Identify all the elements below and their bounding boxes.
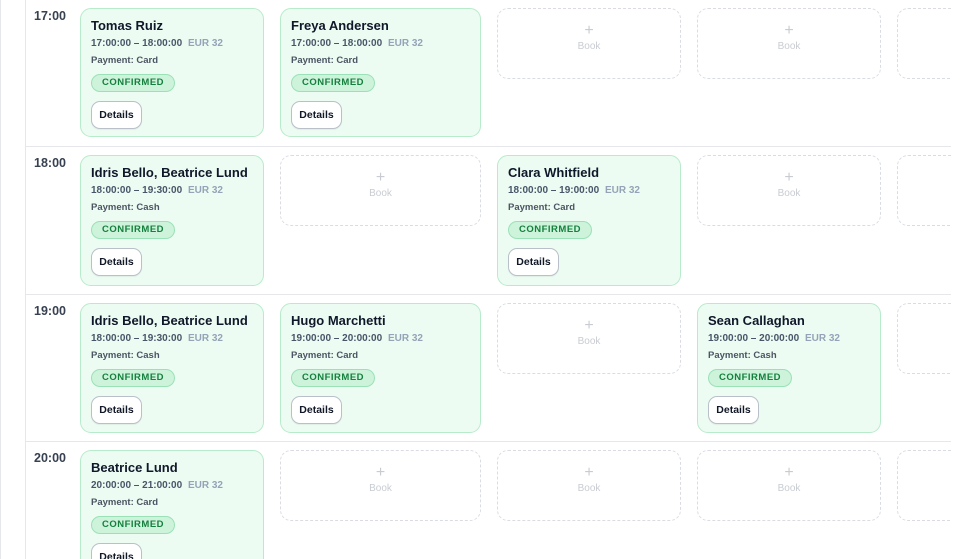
book-label: Book xyxy=(777,483,801,494)
book-label: Book xyxy=(369,188,392,199)
plus-icon: + xyxy=(375,169,386,186)
booking-time: 20:00:00 – 21:00:00 xyxy=(91,480,183,491)
payment-method: Payment: Card xyxy=(291,350,359,361)
booking-price: EUR 32 xyxy=(387,38,423,49)
booking-time: 18:00:00 – 19:30:00 xyxy=(91,185,183,196)
booking-name: Freya Andersen xyxy=(291,18,389,33)
payment-method: Payment: Card xyxy=(508,202,576,213)
booking-card[interactable]: Sean Callaghan 19:00:00 – 20:00:00 EUR 3… xyxy=(697,303,881,433)
payment-method: Payment: Cash xyxy=(91,202,160,213)
book-label: Book xyxy=(777,41,801,52)
booking-name: Clara Whitfield xyxy=(508,165,600,180)
empty-slot-book[interactable]: + Book xyxy=(497,450,681,521)
time-label-1800: 18:00 xyxy=(34,156,66,170)
booking-time: 17:00:00 – 18:00:00 xyxy=(291,38,383,49)
booking-name: Sean Callaghan xyxy=(708,313,805,328)
details-button[interactable]: Details xyxy=(91,101,142,129)
payment-method: Payment: Card xyxy=(91,55,159,66)
status-badge: CONFIRMED xyxy=(91,221,176,239)
status-badge: CONFIRMED xyxy=(91,516,176,534)
booking-card[interactable]: Beatrice Lund 20:00:00 – 21:00:00 EUR 32… xyxy=(80,450,264,559)
book-label: Book xyxy=(777,188,801,199)
empty-slot-book[interactable]: + Book xyxy=(497,8,681,79)
booking-card[interactable]: Hugo Marchetti 19:00:00 – 20:00:00 EUR 3… xyxy=(280,303,481,433)
booking-name: Beatrice Lund xyxy=(91,460,178,475)
book-label: Book xyxy=(577,41,601,52)
booking-time: 17:00:00 – 18:00:00 xyxy=(91,38,183,49)
status-badge: CONFIRMED xyxy=(708,369,793,387)
row-divider xyxy=(25,294,951,295)
plus-icon: + xyxy=(784,169,794,186)
booking-price: EUR 32 xyxy=(187,333,223,344)
empty-slot-partial[interactable] xyxy=(897,8,951,79)
booking-time: 18:00:00 – 19:30:00 xyxy=(91,333,183,344)
payment-method: Payment: Cash xyxy=(91,350,160,361)
empty-slot-book[interactable]: + Book xyxy=(280,450,481,521)
status-badge: CONFIRMED xyxy=(291,369,376,387)
empty-slot-partial[interactable] xyxy=(897,155,951,226)
booking-name: Tomas Ruiz xyxy=(91,18,163,33)
booking-card[interactable]: Idris Bello, Beatrice Lund 18:00:00 – 19… xyxy=(80,155,264,286)
booking-price: EUR 32 xyxy=(804,333,840,344)
booking-card[interactable]: Freya Andersen 17:00:00 – 18:00:00 EUR 3… xyxy=(280,8,481,137)
booking-price: EUR 32 xyxy=(187,185,223,196)
empty-slot-book[interactable]: + Book xyxy=(697,450,881,521)
booking-card[interactable]: Tomas Ruiz 17:00:00 – 18:00:00 EUR 32 Pa… xyxy=(80,8,264,137)
payment-method: Payment: Card xyxy=(91,497,159,508)
book-label: Book xyxy=(577,336,601,347)
booking-card[interactable]: Idris Bello, Beatrice Lund 18:00:00 – 19… xyxy=(80,303,264,433)
empty-slot-book[interactable]: + Book xyxy=(497,303,681,374)
booking-name: Idris Bello, Beatrice Lund xyxy=(91,313,248,328)
status-badge: CONFIRMED xyxy=(91,74,176,92)
empty-slot-book[interactable]: + Book xyxy=(280,155,481,226)
details-button[interactable]: Details xyxy=(508,248,559,276)
time-label-1700: 17:00 xyxy=(34,9,66,23)
booking-price: EUR 32 xyxy=(604,185,640,196)
empty-slot-partial[interactable] xyxy=(897,303,951,374)
details-button[interactable]: Details xyxy=(708,396,759,424)
grid-left-border xyxy=(0,0,1,559)
details-button[interactable]: Details xyxy=(91,543,142,559)
plus-icon: + xyxy=(784,22,794,39)
row-divider xyxy=(25,146,951,147)
plus-icon: + xyxy=(584,22,594,39)
plus-icon: + xyxy=(375,464,386,481)
payment-method: Payment: Cash xyxy=(708,350,777,361)
plus-icon: + xyxy=(584,317,594,334)
time-column-divider xyxy=(25,0,26,559)
row-divider xyxy=(25,441,951,442)
plus-icon: + xyxy=(584,464,594,481)
details-button[interactable]: Details xyxy=(91,248,142,276)
details-button[interactable]: Details xyxy=(291,396,342,424)
status-badge: CONFIRMED xyxy=(508,221,593,239)
book-label: Book xyxy=(577,483,601,494)
booking-time: 18:00:00 – 19:00:00 xyxy=(508,185,600,196)
booking-price: EUR 32 xyxy=(187,480,223,491)
empty-slot-book[interactable]: + Book xyxy=(697,8,881,79)
time-label-2000: 20:00 xyxy=(34,451,66,465)
booking-price: EUR 32 xyxy=(187,38,223,49)
booking-price: EUR 32 xyxy=(387,333,423,344)
details-button[interactable]: Details xyxy=(91,396,142,424)
time-label-1900: 19:00 xyxy=(34,304,66,318)
empty-slot-book[interactable]: + Book xyxy=(697,155,881,226)
booking-card[interactable]: Clara Whitfield 18:00:00 – 19:00:00 EUR … xyxy=(497,155,681,286)
book-label: Book xyxy=(369,483,392,494)
booking-time: 19:00:00 – 20:00:00 xyxy=(708,333,800,344)
empty-slot-partial[interactable] xyxy=(897,450,951,521)
status-badge: CONFIRMED xyxy=(91,369,176,387)
payment-method: Payment: Card xyxy=(291,55,359,66)
booking-name: Hugo Marchetti xyxy=(291,313,386,328)
details-button[interactable]: Details xyxy=(291,101,342,129)
status-badge: CONFIRMED xyxy=(291,74,376,92)
booking-name: Idris Bello, Beatrice Lund xyxy=(91,165,248,180)
booking-time: 19:00:00 – 20:00:00 xyxy=(291,333,383,344)
plus-icon: + xyxy=(784,464,794,481)
